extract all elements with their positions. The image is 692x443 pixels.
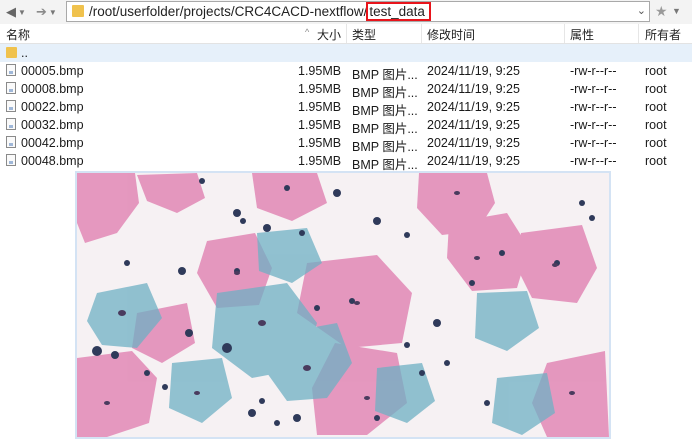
- bookmark-dropdown-icon[interactable]: ▼: [672, 6, 681, 16]
- file-owner: root: [645, 154, 667, 168]
- bmp-file-icon: [6, 154, 16, 166]
- file-owner: root: [645, 64, 667, 78]
- file-name: 00005.bmp: [21, 64, 84, 78]
- file-attr: -rw-r--r--: [570, 100, 617, 114]
- bookmark-star-icon[interactable]: ★: [655, 3, 668, 20]
- file-size: 1.95MB: [298, 100, 342, 114]
- file-row[interactable]: 00032.bmp 1.95MB BMP 图片... 2024/11/19, 9…: [0, 116, 692, 136]
- folder-icon: [6, 47, 17, 58]
- back-dropdown-icon: ▼: [18, 7, 26, 17]
- column-attr[interactable]: 属性: [570, 26, 594, 43]
- back-arrow-icon: ◀: [6, 4, 16, 19]
- file-size: 1.95MB: [298, 82, 342, 96]
- file-mtime: 2024/11/19, 9:25: [427, 118, 520, 132]
- forward-arrow-icon: ➔: [36, 4, 47, 19]
- file-name: 00008.bmp: [21, 82, 84, 96]
- file-mtime: 2024/11/19, 9:25: [427, 154, 520, 168]
- sort-up-icon: ^: [305, 27, 310, 37]
- column-divider[interactable]: [638, 24, 639, 43]
- path-text: /root/userfolder/projects/CRC4CACD-nextf…: [89, 2, 431, 21]
- parent-directory-label: ..: [21, 46, 28, 60]
- bmp-file-icon: [6, 82, 16, 94]
- path-current-folder-highlight: test_data: [366, 2, 431, 21]
- file-mtime: 2024/11/19, 9:25: [427, 100, 520, 114]
- forward-button[interactable]: ➔ ▼: [36, 4, 57, 20]
- column-size[interactable]: 大小: [317, 26, 341, 43]
- forward-dropdown-icon: ▼: [48, 7, 57, 17]
- file-size: 1.95MB: [298, 136, 342, 150]
- file-mtime: 2024/11/19, 9:25: [427, 82, 520, 96]
- bmp-file-icon: [6, 64, 16, 76]
- file-row[interactable]: 00048.bmp 1.95MB BMP 图片... 2024/11/19, 9…: [0, 152, 692, 172]
- file-attr: -rw-r--r--: [570, 118, 617, 132]
- file-attr: -rw-r--r--: [570, 64, 617, 78]
- file-row[interactable]: 00042.bmp 1.95MB BMP 图片... 2024/11/19, 9…: [0, 134, 692, 154]
- file-attr: -rw-r--r--: [570, 154, 617, 168]
- file-attr: -rw-r--r--: [570, 136, 617, 150]
- column-owner[interactable]: 所有者: [645, 26, 681, 43]
- file-row[interactable]: 00005.bmp 1.95MB BMP 图片... 2024/11/19, 9…: [0, 62, 692, 82]
- file-owner: root: [645, 82, 667, 96]
- column-divider[interactable]: [564, 24, 565, 43]
- file-size: 1.95MB: [298, 154, 342, 168]
- folder-icon: [72, 5, 84, 17]
- file-row[interactable]: 00008.bmp 1.95MB BMP 图片... 2024/11/19, 9…: [0, 80, 692, 100]
- column-mtime[interactable]: 修改时间: [427, 26, 475, 43]
- path-dropdown-icon[interactable]: ⌄: [637, 4, 646, 17]
- file-size: 1.95MB: [298, 64, 342, 78]
- file-mtime: 2024/11/19, 9:25: [427, 136, 520, 150]
- file-attr: -rw-r--r--: [570, 82, 617, 96]
- bmp-file-icon: [6, 118, 16, 130]
- bmp-file-icon: [6, 136, 16, 148]
- path-prefix: /root/userfolder/projects/CRC4CACD-nextf…: [89, 4, 368, 19]
- column-name[interactable]: 名称: [6, 26, 30, 43]
- file-name: 00032.bmp: [21, 118, 84, 132]
- file-owner: root: [645, 118, 667, 132]
- column-divider[interactable]: [346, 24, 347, 43]
- back-button[interactable]: ◀ ▼: [6, 4, 26, 20]
- file-name: 00042.bmp: [21, 136, 84, 150]
- image-preview-tooltip: [75, 171, 611, 439]
- file-owner: root: [645, 100, 667, 114]
- parent-directory-row[interactable]: ..: [0, 44, 692, 62]
- cytology-micrograph-image: [77, 173, 609, 437]
- file-name: 00022.bmp: [21, 100, 84, 114]
- file-mtime: 2024/11/19, 9:25: [427, 64, 520, 78]
- file-name: 00048.bmp: [21, 154, 84, 168]
- file-row[interactable]: 00022.bmp 1.95MB BMP 图片... 2024/11/19, 9…: [0, 98, 692, 118]
- bmp-file-icon: [6, 100, 16, 112]
- file-size: 1.95MB: [298, 118, 342, 132]
- file-owner: root: [645, 136, 667, 150]
- column-divider[interactable]: [421, 24, 422, 43]
- column-header: 名称 ^ 大小 类型 修改时间 属性 所有者: [0, 24, 692, 44]
- toolbar: ◀ ▼ ➔ ▼ /root/userfolder/projects/CRC4CACD…: [0, 0, 692, 25]
- path-input[interactable]: /root/userfolder/projects/CRC4CACD-nextf…: [66, 1, 650, 22]
- column-type[interactable]: 类型: [352, 26, 376, 43]
